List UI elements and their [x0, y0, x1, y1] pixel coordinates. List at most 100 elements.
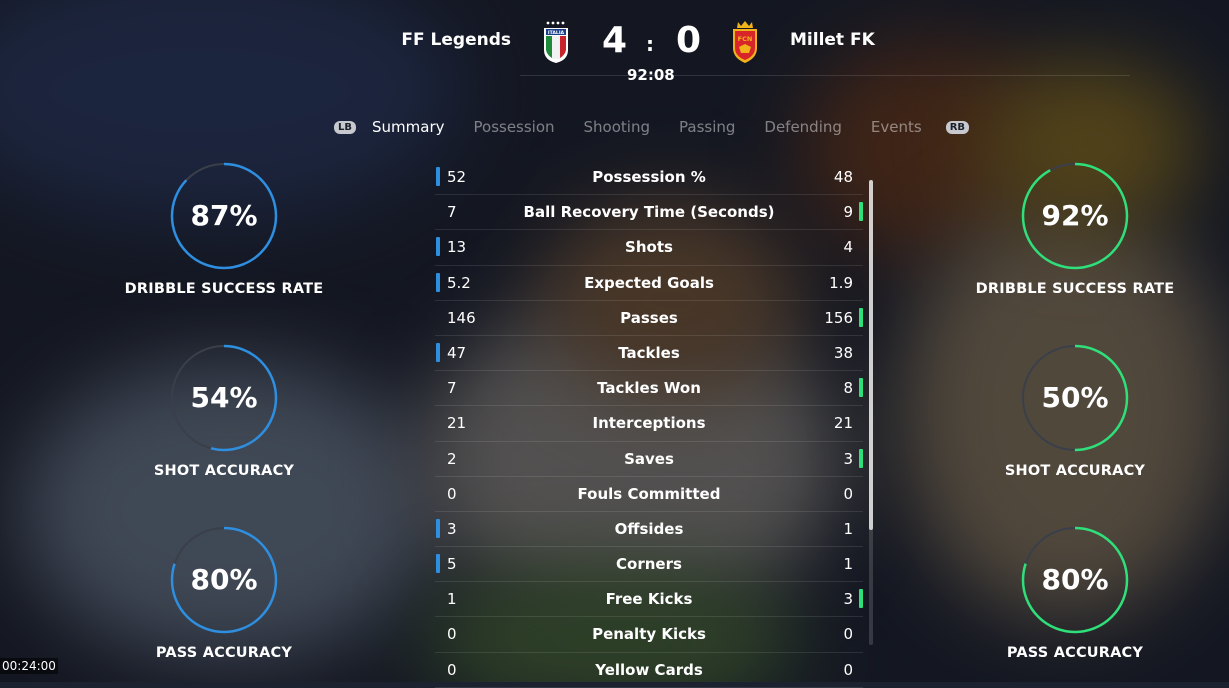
italia-crest-icon: ITALIA: [542, 20, 570, 64]
svg-text:ITALIA: ITALIA: [548, 30, 565, 36]
match-stats-table[interactable]: Possession % 52 48 Ball Recovery Time (Seco…: [435, 160, 863, 688]
away-stat-value: 48: [833, 168, 853, 186]
home-score: 4: [602, 20, 628, 61]
home-stat-value: 21: [447, 414, 467, 433]
home-stat-value: 13: [447, 238, 467, 257]
home-stat-value: 47: [447, 343, 467, 362]
tab-shooting[interactable]: Shooting: [584, 118, 650, 136]
stat-row: Saves 2 3: [435, 442, 863, 477]
match-clock: 92:08: [627, 66, 675, 84]
stats-tab-bar: LB Summary Possession Shooting Passing D…: [334, 116, 970, 138]
away-pass-accuracy-ring: 80% PASS ACCURACY: [945, 525, 1205, 661]
header-divider: [520, 75, 1130, 76]
ring-label: SHOT ACCURACY: [153, 463, 295, 479]
scrollbar-thumb[interactable]: [869, 180, 873, 530]
stat-row: Fouls Committed 0 0: [435, 477, 863, 512]
progress-ring: 80%: [169, 525, 279, 635]
away-stat-value: 0: [843, 625, 853, 644]
ring-value: 54%: [190, 381, 258, 414]
home-stat-value: 5: [447, 555, 457, 574]
progress-ring: 50%: [1020, 343, 1130, 453]
stat-label: Expected Goals: [584, 273, 714, 292]
stat-row: Interceptions 21 21: [435, 406, 863, 442]
away-stat-value: 3: [843, 449, 853, 468]
ring-value: 50%: [1041, 381, 1109, 414]
progress-ring: 54%: [169, 343, 279, 453]
home-stat-value: 52: [447, 168, 467, 186]
ring-value: 80%: [190, 563, 258, 596]
home-shot-accuracy-ring: 54% SHOT ACCURACY: [94, 343, 354, 479]
lb-bumper-icon[interactable]: LB: [334, 120, 356, 134]
fcn-crest-icon: FCN: [731, 20, 759, 64]
away-stat-value: 156: [824, 308, 853, 327]
home-stat-value: 2: [447, 449, 457, 468]
stat-label: Tackles: [618, 343, 680, 362]
tab-events[interactable]: Events: [871, 118, 922, 136]
tab-summary[interactable]: Summary: [372, 118, 445, 136]
match-header: FF Legends ITALIA 4 : 0 FCN Millet FK 92…: [0, 0, 1229, 90]
stat-label: Corners: [616, 555, 682, 574]
home-stat-value: 146: [447, 308, 476, 327]
progress-ring: 80%: [1020, 525, 1130, 635]
stat-row: Offsides 3 1: [435, 512, 863, 548]
progress-ring: 87%: [169, 161, 279, 271]
away-stat-value: 9: [843, 203, 853, 222]
away-team-name: Millet FK: [790, 30, 875, 50]
rb-bumper-icon[interactable]: RB: [945, 120, 970, 134]
stat-row: Yellow Cards 0 0: [435, 653, 863, 688]
stat-row: Shots 13 4: [435, 230, 863, 266]
away-stat-value: 1.9: [829, 273, 853, 292]
away-stat-value: 3: [843, 590, 853, 609]
away-dribble-ring: 92% DRIBBLE SUCCESS RATE: [945, 161, 1205, 297]
away-stat-value: 1: [843, 555, 853, 574]
home-stat-value: 7: [447, 379, 457, 398]
ring-label: DRIBBLE SUCCESS RATE: [124, 281, 324, 297]
away-stat-value: 38: [833, 343, 853, 362]
stat-row: Corners 5 1: [435, 547, 863, 583]
home-stat-value: 5.2: [447, 273, 471, 292]
home-pass-accuracy-ring: 80% PASS ACCURACY: [94, 525, 354, 661]
home-stat-value: 7: [447, 203, 457, 222]
stat-row: Penalty Kicks 0 0: [435, 617, 863, 653]
away-stat-value: 4: [843, 238, 853, 257]
stat-label: Free Kicks: [605, 590, 693, 609]
away-stat-value: 0: [843, 660, 853, 679]
progress-ring: 92%: [1020, 161, 1130, 271]
stat-row: Ball Recovery Time (Seconds) 7 9: [435, 195, 863, 231]
stat-label: Penalty Kicks: [592, 625, 706, 644]
tab-passing[interactable]: Passing: [679, 118, 735, 136]
away-score: 0: [676, 20, 702, 61]
stat-row: Passes 146 156: [435, 301, 863, 336]
home-stat-value: 0: [447, 625, 457, 644]
stat-label: Ball Recovery Time (Seconds): [523, 203, 775, 222]
away-shot-accuracy-ring: 50% SHOT ACCURACY: [945, 343, 1205, 479]
ring-value: 92%: [1041, 199, 1109, 232]
home-dribble-ring: 87% DRIBBLE SUCCESS RATE: [94, 161, 354, 297]
score-separator: :: [646, 32, 654, 56]
home-stat-value: 0: [447, 660, 457, 679]
tab-possession[interactable]: Possession: [474, 118, 555, 136]
video-timestamp: 00:24:00: [0, 658, 58, 674]
ring-value: 87%: [190, 199, 258, 232]
ring-label: SHOT ACCURACY: [1004, 463, 1146, 479]
ring-value: 80%: [1041, 563, 1109, 596]
stat-label: Saves: [624, 449, 674, 468]
stat-row: Tackles 47 38: [435, 336, 863, 372]
stat-label: Tackles Won: [597, 379, 701, 398]
stat-label: Possession %: [592, 168, 706, 186]
stat-row: Possession % 52 48: [435, 160, 863, 196]
away-stat-value: 0: [843, 484, 853, 503]
stat-label: Shots: [625, 238, 673, 257]
ring-label: PASS ACCURACY: [1006, 645, 1144, 661]
ring-label: DRIBBLE SUCCESS RATE: [975, 281, 1175, 297]
stat-label: Offsides: [614, 519, 684, 538]
svg-text:FCN: FCN: [738, 35, 753, 43]
stat-label: Passes: [620, 308, 678, 327]
stat-label: Fouls Committed: [577, 484, 721, 503]
stat-label: Yellow Cards: [595, 660, 703, 679]
tab-defending[interactable]: Defending: [764, 118, 842, 136]
home-stat-value: 1: [447, 590, 457, 609]
away-stat-value: 21: [833, 414, 853, 433]
stat-row: Expected Goals 5.2 1.9: [435, 266, 863, 301]
home-team-name: FF Legends: [401, 30, 511, 50]
